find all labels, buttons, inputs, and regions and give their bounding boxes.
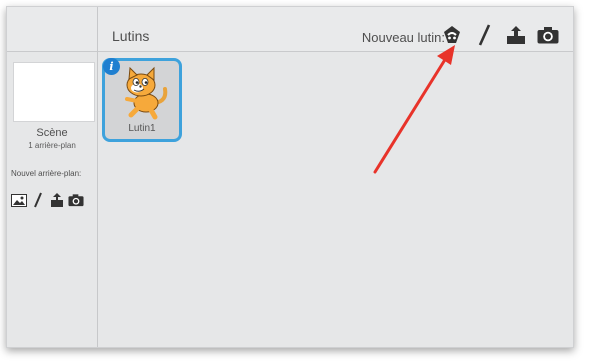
sprite-pane-window: Scène 1 arrière-plan Nouvel arrière-plan… <box>6 6 574 348</box>
scratch-cat-icon <box>125 66 168 120</box>
upload-icon[interactable] <box>505 24 527 46</box>
backdrop-library-icon[interactable] <box>11 192 27 208</box>
sprite-name: Lutin1 <box>128 123 156 134</box>
backdrop-camera-icon[interactable] <box>68 192 84 208</box>
new-sprite-label: Nouveau lutin: <box>361 30 445 45</box>
sprites-header: Lutins Nouveau lutin: <box>98 7 573 52</box>
sprites-list: i Lutin1 <box>98 52 573 347</box>
stage-header <box>7 7 97 52</box>
backdrop-upload-icon[interactable] <box>49 192 65 208</box>
backdrop-tools <box>11 190 84 210</box>
new-backdrop-label: Nouvel arrière-plan: <box>11 169 82 178</box>
sprite-library-icon[interactable] <box>441 24 463 46</box>
camera-icon[interactable] <box>537 24 559 46</box>
sprites-title: Lutins <box>112 28 150 44</box>
stage-backdrop-count: 1 arrière-plan <box>28 141 76 150</box>
stage-thumbnail[interactable] <box>13 62 95 122</box>
new-sprite-tools <box>441 23 559 47</box>
paint-brush-icon[interactable] <box>473 24 495 46</box>
stage-column: Scène 1 arrière-plan Nouvel arrière-plan… <box>7 7 98 347</box>
sprite-tile[interactable]: i Lutin1 <box>102 58 182 142</box>
backdrop-paint-icon[interactable] <box>30 192 46 208</box>
stage-title: Scène <box>36 127 68 139</box>
